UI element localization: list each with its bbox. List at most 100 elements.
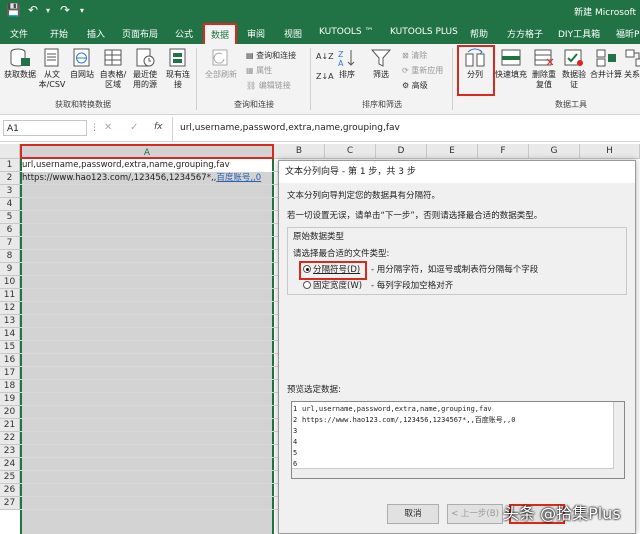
cancel-entry-icon[interactable]: ✕ <box>104 122 112 133</box>
column-header-c[interactable]: C <box>325 144 376 159</box>
row-header[interactable]: 14 <box>0 328 20 341</box>
name-box[interactable]: A1 <box>3 120 87 136</box>
get-data-button[interactable]: 获取数据 <box>4 48 36 80</box>
tab-review[interactable]: 审阅 <box>247 27 265 40</box>
sort-az-button[interactable]: A↓Z <box>316 52 334 61</box>
row-header[interactable]: 11 <box>0 289 20 302</box>
delimited-radio[interactable] <box>303 265 311 273</box>
redo-icon[interactable]: ↷ <box>60 3 70 17</box>
formula-input[interactable]: url,username,password,extra,name,groupin… <box>180 123 400 133</box>
row-header[interactable]: 13 <box>0 315 20 328</box>
clear-button[interactable]: ⊠ 清除 <box>402 50 427 61</box>
reapply-button[interactable]: ⟳ 重新应用 <box>402 65 443 76</box>
row-header[interactable]: 2 <box>0 172 20 185</box>
row-header[interactable]: 6 <box>0 224 20 237</box>
consolidate-icon <box>596 49 616 67</box>
from-csv-button[interactable]: 从文本/CSV <box>36 48 68 90</box>
tab-diy-toolbox[interactable]: DIY工具箱 <box>558 27 600 40</box>
sort-icon: ZA <box>338 50 355 68</box>
row-header[interactable]: 1 <box>0 159 20 172</box>
tab-formulas[interactable]: 公式 <box>175 27 193 40</box>
row-header[interactable]: 25 <box>0 471 20 484</box>
consolidate-button[interactable]: 合并计算 <box>590 48 622 80</box>
undo-dropdown-icon[interactable]: ▾ <box>46 6 50 15</box>
existing-connections-button[interactable]: 现有连接 <box>166 48 190 90</box>
tab-view[interactable]: 视图 <box>284 27 302 40</box>
back-button[interactable]: < 上一步(B) <box>447 504 503 524</box>
column-header-h[interactable]: H <box>580 144 640 159</box>
cancel-button[interactable]: 取消 <box>387 504 439 524</box>
row-header[interactable]: 18 <box>0 380 20 393</box>
row-header[interactable]: 17 <box>0 367 20 380</box>
data-preview[interactable]: 1 2 3 4 5 6 url,username,password,extra,… <box>291 401 625 479</box>
row-header[interactable]: 12 <box>0 302 20 315</box>
cell-a2[interactable]: https://www.hao123.com/,123456,1234567*,… <box>22 172 261 185</box>
tab-foxit[interactable]: 福昕P <box>616 27 639 40</box>
column-header-g[interactable]: G <box>529 144 580 159</box>
tab-kutools[interactable]: KUTOOLS ™ <box>319 27 374 37</box>
row-header[interactable]: 10 <box>0 276 20 289</box>
relations-button[interactable]: 关系 <box>624 48 640 80</box>
cell-a2-link[interactable]: 百度账号,,0 <box>216 173 261 183</box>
customize-toolbar-icon[interactable]: ▾ <box>80 6 84 15</box>
recent-sources-button[interactable]: 最近使用的源 <box>130 48 160 90</box>
from-table-button[interactable]: 自表格/区域 <box>98 48 128 90</box>
row-header[interactable]: 24 <box>0 458 20 471</box>
row-header[interactable]: 4 <box>0 198 20 211</box>
from-web-button[interactable]: 自网站 <box>70 48 94 80</box>
column-header-d[interactable]: D <box>376 144 427 159</box>
column-header-b[interactable]: B <box>274 144 325 159</box>
remove-duplicates-button[interactable]: 删除重复值 <box>530 48 558 90</box>
cell-a1[interactable]: url,username,password,extra,name,groupin… <box>22 159 272 172</box>
sort-za-button[interactable]: Z↓A <box>316 72 334 81</box>
row-header[interactable]: 23 <box>0 445 20 458</box>
data-validation-button[interactable]: 数据验证 <box>560 48 588 90</box>
tab-fangfang[interactable]: 方方格子 <box>507 27 543 40</box>
row-header[interactable]: 26 <box>0 484 20 497</box>
row-header[interactable]: 15 <box>0 341 20 354</box>
row-header[interactable]: 16 <box>0 354 20 367</box>
flash-fill-button[interactable]: 快速填充 <box>494 48 528 80</box>
properties-button[interactable]: ▦ 属性 <box>246 65 272 76</box>
save-icon[interactable]: 💾 <box>6 3 21 17</box>
delimited-option-label[interactable]: 分隔符号(D) <box>313 263 360 275</box>
row-header[interactable]: 9 <box>0 263 20 276</box>
row-header[interactable]: 27 <box>0 497 20 510</box>
row-header[interactable]: 3 <box>0 185 20 198</box>
fixed-width-option-label[interactable]: 固定宽度(W) <box>313 279 362 291</box>
undo-icon[interactable]: ↶ <box>28 3 38 17</box>
data-validation-label: 数据验证 <box>562 70 586 89</box>
tab-home[interactable]: 开始 <box>50 27 68 40</box>
tab-page-layout[interactable]: 页面布局 <box>122 27 158 40</box>
column-header-f[interactable]: F <box>478 144 529 159</box>
queries-connections-button[interactable]: ▤ 查询和连接 <box>246 50 296 61</box>
column-header-e[interactable]: E <box>427 144 478 159</box>
tab-insert[interactable]: 插入 <box>87 27 105 40</box>
grid-row <box>20 341 278 354</box>
row-header[interactable]: 22 <box>0 432 20 445</box>
edit-links-button[interactable]: ⛓ 编辑链接 <box>246 80 291 91</box>
fixed-width-radio[interactable] <box>303 281 311 289</box>
tab-data[interactable]: 数据 <box>203 23 238 46</box>
row-header[interactable]: 19 <box>0 393 20 406</box>
preview-horizontal-scrollbar[interactable] <box>292 468 614 478</box>
tab-file[interactable]: 文件 <box>10 27 28 40</box>
row-header[interactable]: 5 <box>0 211 20 224</box>
advanced-button[interactable]: ⚙ 高级 <box>402 80 428 91</box>
refresh-all-button[interactable]: 全部刷新 <box>204 48 238 80</box>
row-header[interactable]: 21 <box>0 419 20 432</box>
filter-button[interactable]: 筛选 <box>370 48 392 80</box>
tab-help[interactable]: 帮助 <box>470 27 488 40</box>
relations-label: 关系 <box>624 70 640 79</box>
preview-vertical-scrollbar[interactable] <box>613 402 624 478</box>
row-header[interactable]: 20 <box>0 406 20 419</box>
select-all-corner[interactable] <box>0 144 20 159</box>
row-header[interactable]: 7 <box>0 237 20 250</box>
insert-function-icon[interactable]: fx <box>154 122 163 132</box>
data-validation-icon <box>564 49 583 66</box>
sort-button[interactable]: ZA 排序 <box>336 48 358 80</box>
column-header-a[interactable]: A <box>20 144 274 159</box>
tab-kutools-plus[interactable]: KUTOOLS PLUS <box>390 27 458 37</box>
row-header[interactable]: 8 <box>0 250 20 263</box>
confirm-entry-icon[interactable]: ✓ <box>130 122 138 133</box>
